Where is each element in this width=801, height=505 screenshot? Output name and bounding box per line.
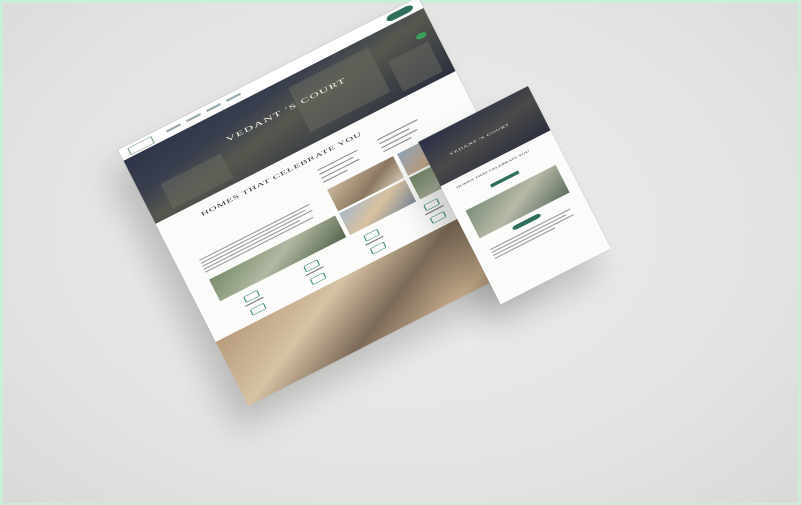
nav-link[interactable] xyxy=(206,102,222,113)
nav-link[interactable] xyxy=(186,113,202,123)
amenity-icon xyxy=(309,272,327,286)
amenity-icon xyxy=(423,198,441,212)
amenity-icon xyxy=(363,228,381,242)
nav-link[interactable] xyxy=(166,123,182,133)
amenity-icon xyxy=(243,289,261,303)
nav-link[interactable] xyxy=(226,92,242,102)
amenity-icon xyxy=(429,210,447,225)
amenity-icon xyxy=(303,259,321,273)
amenity-icon xyxy=(369,241,387,255)
amenity-icon xyxy=(249,302,267,316)
